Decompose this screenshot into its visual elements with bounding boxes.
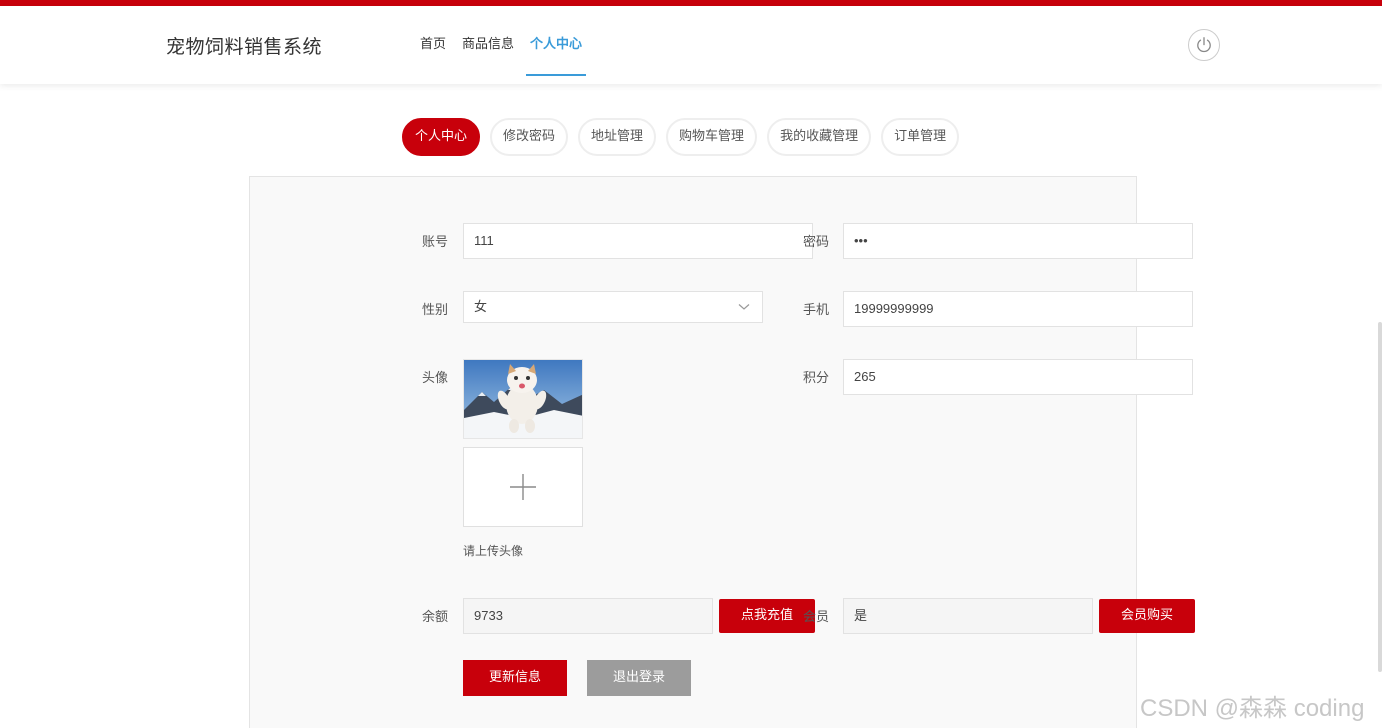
member-label: 会员: [803, 610, 830, 625]
gender-select[interactable]: 女: [463, 291, 763, 323]
tab-address[interactable]: 地址管理: [578, 118, 657, 156]
watermark: CSDN @森森 coding: [1140, 695, 1365, 722]
buy-member-button[interactable]: 会员购买: [1099, 599, 1195, 633]
member-input[interactable]: 是: [843, 598, 1093, 634]
tab-personal-center[interactable]: 个人中心: [402, 118, 481, 156]
nav-home[interactable]: 首页: [420, 6, 446, 84]
tab-change-password[interactable]: 修改密码: [490, 118, 569, 156]
tab-favorites[interactable]: 我的收藏管理: [767, 118, 872, 156]
points-input[interactable]: 265: [843, 359, 1193, 395]
personal-tabs: 个人中心 修改密码 地址管理 购物车管理 我的收藏管理 订单管理: [402, 118, 969, 156]
page-scrollbar[interactable]: [1378, 322, 1382, 672]
recharge-button[interactable]: 点我充值: [719, 599, 815, 633]
avatar-upload-button[interactable]: [463, 447, 583, 527]
balance-label: 余额: [422, 610, 449, 625]
avatar-image: [463, 359, 583, 439]
header: 宠物饲料销售系统 首页 商品信息 个人中心: [0, 6, 1382, 84]
logout-button[interactable]: 退出登录: [587, 660, 691, 696]
password-input[interactable]: •••: [843, 223, 1193, 259]
gender-label: 性别: [422, 303, 449, 318]
phone-input[interactable]: 19999999999: [843, 291, 1193, 327]
upload-hint: 请上传头像: [463, 544, 524, 558]
chevron-down-icon: [738, 304, 750, 310]
tab-cart[interactable]: 购物车管理: [666, 118, 758, 156]
power-icon: [1197, 37, 1211, 53]
plus-icon: [510, 474, 536, 500]
tab-orders[interactable]: 订单管理: [881, 118, 960, 156]
update-info-button[interactable]: 更新信息: [463, 660, 567, 696]
password-label: 密码: [803, 235, 830, 250]
balance-input[interactable]: 9733: [463, 598, 713, 634]
points-label: 积分: [803, 371, 830, 386]
phone-label: 手机: [803, 303, 830, 318]
gender-value: 女: [474, 299, 488, 314]
nav-products[interactable]: 商品信息: [462, 6, 514, 84]
avatar-label: 头像: [422, 371, 449, 386]
site-brand: 宠物饲料销售系统: [166, 36, 323, 58]
account-input[interactable]: 111: [463, 223, 813, 259]
main-nav: 首页 商品信息 个人中心: [420, 6, 598, 84]
logout-power-button[interactable]: [1188, 29, 1220, 61]
nav-personal-center[interactable]: 个人中心: [526, 6, 587, 84]
account-label: 账号: [422, 235, 449, 250]
